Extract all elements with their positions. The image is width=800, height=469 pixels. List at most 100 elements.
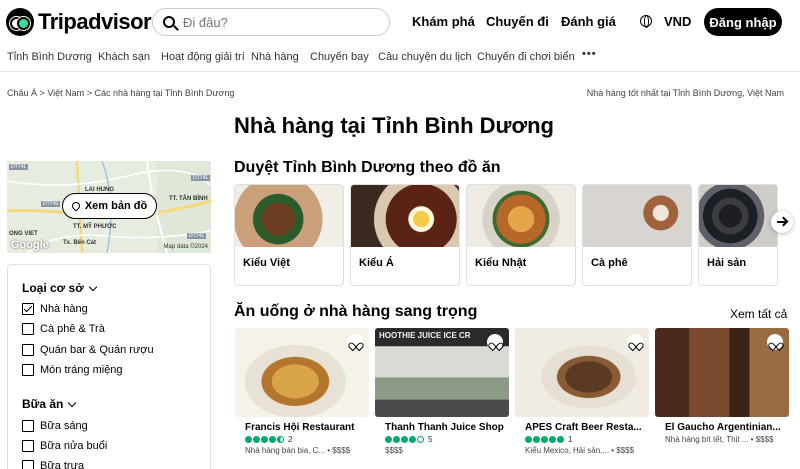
cuisine-card-japanese[interactable]: Kiểu Nhật <box>466 184 576 286</box>
rating-bubbles: 5 <box>385 435 432 444</box>
nav-trips[interactable]: Chuyến đi <box>486 14 549 29</box>
subnav-flights[interactable]: Chuyến bay <box>310 51 369 63</box>
filter-type-heading[interactable]: Loại cơ sở <box>22 281 97 295</box>
see-all-link[interactable]: Xem tất cả <box>730 307 787 321</box>
rating-bubble <box>525 436 532 443</box>
search-box[interactable] <box>152 8 390 36</box>
subnav-hotels[interactable]: Khách sạn <box>98 51 150 63</box>
filter-dessert[interactable]: Món tráng miệng <box>22 364 123 376</box>
cuisine-label: Cà phê <box>591 257 628 269</box>
filter-lunch[interactable]: Bữa trưa <box>22 460 84 469</box>
filter-bar-pub[interactable]: Quán bar & Quán rượu <box>22 344 154 356</box>
restaurant-name[interactable]: APES Craft Beer Resta... <box>525 422 649 433</box>
subnav-binh-duong[interactable]: Tỉnh Bình Dương <box>7 51 92 63</box>
tripadvisor-logo[interactable]: Tripadvisor <box>6 8 152 36</box>
rating-bubble <box>409 436 416 443</box>
filter-meal-heading[interactable]: Bữa ăn <box>22 397 77 411</box>
fine-dining-section-title: Ăn uống ở nhà hàng sang trọng <box>234 303 478 320</box>
checkbox[interactable] <box>22 364 34 376</box>
filter-brunch[interactable]: Bữa nửa buổi <box>22 440 107 452</box>
restaurant-meta: Nhà hàng bít tết, Thịt ... • $$$$ <box>665 435 774 444</box>
road-label: DT741 <box>9 164 29 170</box>
review-count: 5 <box>428 435 433 444</box>
restaurant-card[interactable]: Francis Hội Restaurant 2 Nhà hàng bán bi… <box>235 328 369 469</box>
restaurant-card[interactable]: APES Craft Beer Resta... 1 Kiểu Mexico, … <box>515 328 649 469</box>
cuisine-image <box>699 185 777 247</box>
breadcrumb: Châu Á > Việt Nam > Các nhà hàng tại Tỉn… <box>7 88 234 98</box>
cuisine-image <box>467 185 575 247</box>
cuisine-card-asian[interactable]: Kiểu Á <box>350 184 460 286</box>
rating-bubble <box>417 436 424 443</box>
more-icon[interactable]: ••• <box>582 49 597 60</box>
rating-bubble <box>277 436 284 443</box>
login-button[interactable]: Đăng nhập <box>704 8 782 36</box>
subnav-travel-stories[interactable]: Câu chuyện du lịch <box>378 51 472 63</box>
filter-cafe-tea[interactable]: Cà phê & Trà <box>22 323 105 335</box>
chevron-down-icon <box>88 282 97 292</box>
restaurant-meta: Nhà hàng bán bia, C... • $$$$ <box>245 446 351 455</box>
checkbox[interactable] <box>22 344 34 356</box>
filter-restaurant[interactable]: Nhà hàng <box>22 303 88 315</box>
checkbox[interactable] <box>22 323 34 335</box>
cuisine-label: Kiểu Á <box>359 257 394 269</box>
breadcrumb-asia[interactable]: Châu Á <box>7 88 37 98</box>
breadcrumb-separator: > <box>86 88 92 98</box>
save-button[interactable] <box>347 334 363 350</box>
checkbox[interactable] <box>22 460 34 469</box>
restaurant-name[interactable]: Francis Hội Restaurant <box>245 422 369 433</box>
filter-breakfast[interactable]: Bữa sáng <box>22 420 88 432</box>
review-count: 1 <box>568 435 573 444</box>
subnav-cruises[interactable]: Chuyến đi chơi biển <box>477 51 575 63</box>
search-input[interactable] <box>183 14 363 30</box>
filter-meal-heading-label: Bữa ăn <box>22 397 64 411</box>
rating-bubble <box>269 436 276 443</box>
road-label: DT741 <box>191 175 211 181</box>
subnav-restaurants[interactable]: Nhà hàng <box>251 51 299 63</box>
rating-bubble <box>245 436 252 443</box>
view-map-button[interactable]: Xem bản đồ <box>62 193 157 219</box>
restaurant-image: HOOTHIE JUICE ICE CR <box>375 328 509 417</box>
shop-sign: HOOTHIE JUICE ICE CR <box>379 331 471 340</box>
checkbox-checked[interactable] <box>22 303 34 315</box>
save-button[interactable] <box>767 334 783 350</box>
cuisine-card-seafood[interactable]: Hải sản <box>698 184 778 286</box>
rating-bubble <box>557 436 564 443</box>
cuisine-section-title: Duyệt Tỉnh Bình Dương theo đồ ăn <box>234 159 501 176</box>
breadcrumb-separator: > <box>39 88 45 98</box>
rating-bubble <box>261 436 268 443</box>
restaurant-card[interactable]: HOOTHIE JUICE ICE CR Thanh Thanh Juice S… <box>375 328 509 469</box>
filter-label: Nhà hàng <box>40 303 88 315</box>
filter-label: Bữa sáng <box>40 420 88 432</box>
restaurant-image <box>515 328 649 417</box>
restaurant-image <box>655 328 789 417</box>
filter-label: Cà phê & Trà <box>40 323 105 335</box>
heart-icon <box>491 339 499 346</box>
nav-reviews[interactable]: Đánh giá <box>561 14 616 29</box>
map-preview[interactable]: DT741 DT749 DT742 DT741 LAI HUNG TT. TÂN… <box>7 161 211 253</box>
map-place-label: ONG VIET <box>9 231 38 237</box>
save-button[interactable] <box>627 334 643 350</box>
restaurant-name[interactable]: Thanh Thanh Juice Shop <box>385 422 509 433</box>
globe-icon[interactable] <box>640 15 652 28</box>
cuisine-image <box>351 185 459 247</box>
filters-panel: Loại cơ sở Nhà hàng Cà phê & Trà Quán ba… <box>7 264 211 469</box>
rating-bubble <box>549 436 556 443</box>
subnav-activities[interactable]: Hoạt động giải trí <box>161 51 245 63</box>
restaurant-card[interactable]: El Gaucho Argentinian... Nhà hàng bít tế… <box>655 328 789 469</box>
breadcrumb-vietnam[interactable]: Việt Nam <box>47 88 84 98</box>
cuisine-image <box>235 185 343 247</box>
nav-explore[interactable]: Khám phá <box>412 14 475 29</box>
restaurant-name[interactable]: El Gaucho Argentinian... <box>665 422 789 433</box>
filter-label: Bữa nửa buổi <box>40 440 108 452</box>
cuisine-card-vietnamese[interactable]: Kiểu Việt <box>234 184 344 286</box>
save-button[interactable] <box>487 334 503 350</box>
map-place-label: TT. MỸ PHƯỚC <box>73 224 117 230</box>
cuisine-card-cafe[interactable]: Cà phê <box>582 184 692 286</box>
next-button[interactable] <box>771 211 793 233</box>
page-title: Nhà hàng tại Tỉnh Bình Dương <box>234 113 554 138</box>
checkbox[interactable] <box>22 440 34 452</box>
cuisine-label: Kiểu Nhật <box>475 257 527 269</box>
currency-selector[interactable]: VND <box>664 14 691 29</box>
cuisine-label: Kiểu Việt <box>243 257 290 269</box>
checkbox[interactable] <box>22 420 34 432</box>
